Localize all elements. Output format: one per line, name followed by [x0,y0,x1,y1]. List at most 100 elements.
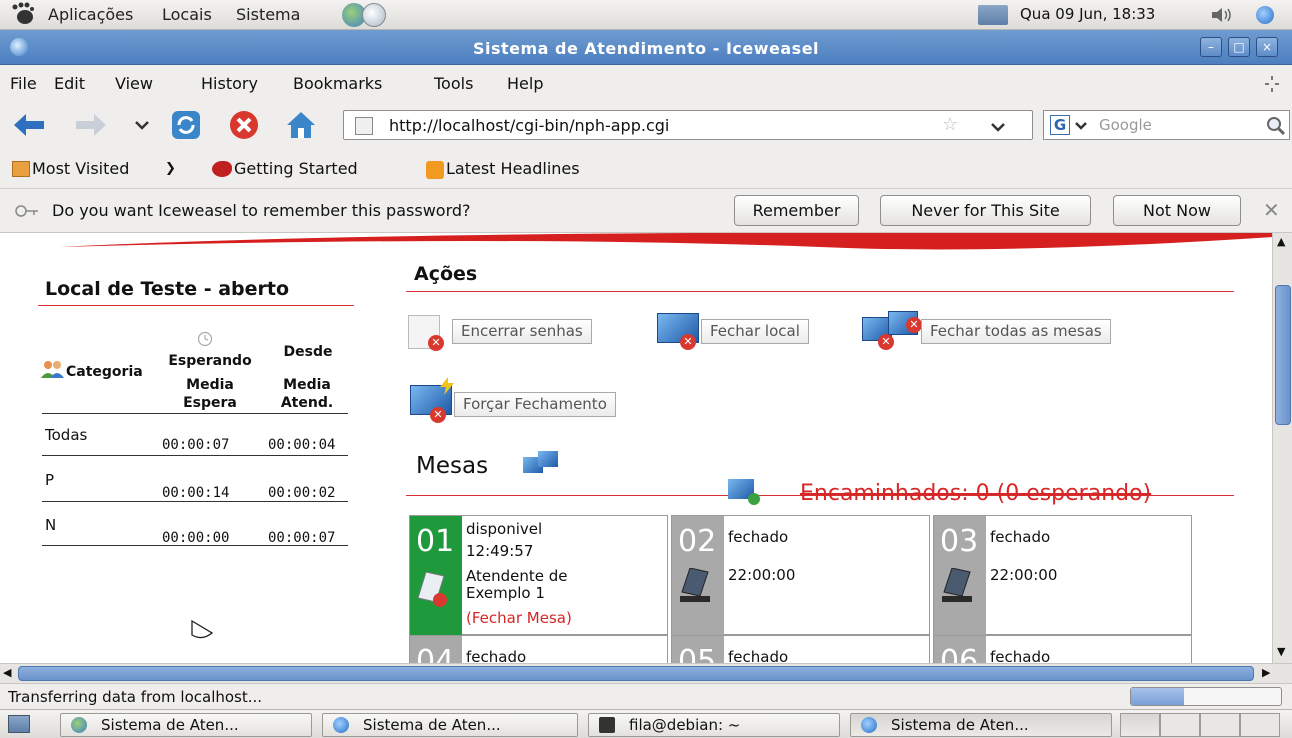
menu-bookmarks[interactable]: Bookmarks [293,74,382,93]
taskbar-item[interactable]: Sistema de Aten... [850,713,1112,737]
bookmark-latest-headlines[interactable]: Latest Headlines [446,159,580,178]
panel-menu-locais[interactable]: Locais [162,5,212,24]
menu-edit[interactable]: Edit [54,74,85,93]
row-divider [42,545,348,546]
fechar-todas-mesas-label[interactable]: Fechar todas as mesas [921,319,1111,344]
mesa-card-05[interactable]: 05 fechado [671,635,930,663]
row-media-espera: 00:00:07 [162,437,230,453]
history-dropdown-icon[interactable] [134,119,150,131]
acoes-heading: Ações [414,263,478,285]
col-esperando: Esperando [168,353,252,369]
fechar-local-label[interactable]: Fechar local [701,319,809,344]
back-icon[interactable] [14,114,44,136]
local-title: Local de Teste - aberto [45,278,290,300]
workspace-4[interactable] [1240,713,1280,737]
close-window-button[interactable]: × [1256,37,1278,57]
search-engine-icon[interactable]: G [1050,115,1070,135]
password-message: Do you want Iceweasel to remember this p… [52,201,471,220]
taskbar-item-label: Sistema de Aten... [363,716,501,734]
vertical-scrollbar[interactable]: ▲ ▼ [1272,233,1292,663]
navigation-toolbar: http://localhost/cgi-bin/nph-app.cgi ☆ G… [0,101,1292,149]
mesa-card-03[interactable]: 03 fechado 22:00:00 [933,515,1192,636]
home-icon[interactable] [285,110,317,140]
workspace-2[interactable] [1160,713,1200,737]
horizontal-scrollbar[interactable]: ◀ ▶ [0,663,1292,683]
search-icon[interactable] [1266,116,1286,136]
scroll-left-icon[interactable]: ◀ [3,666,11,679]
mesa-card-01[interactable]: 01 disponivel 12:49:57 Atendente de Exem… [409,515,668,636]
fechar-mesa-link[interactable]: (Fechar Mesa) [466,609,572,627]
window-titlebar[interactable]: Sistema de Atendimento - Iceweasel – □ × [0,30,1292,65]
stop-icon[interactable] [229,110,259,140]
status-text: Transferring data from localhost... [8,688,263,706]
menu-tools[interactable]: Tools [434,74,473,93]
mesa-status: disponivel [466,520,543,538]
bookmark-star-icon[interactable]: ☆ [942,114,958,135]
menu-view[interactable]: View [115,74,153,93]
rss-feed-icon [426,161,444,179]
col-desde: Desde [283,344,333,360]
mouse-cursor-icon [191,619,214,639]
url-bar[interactable]: http://localhost/cgi-bin/nph-app.cgi ☆ [343,110,1033,140]
search-bar[interactable]: G Google [1043,110,1290,140]
bookmarks-toolbar: Most Visited ❯ Getting Started Latest He… [0,149,1292,189]
scroll-up-icon[interactable]: ▲ [1277,235,1285,248]
row-category-name: Todas [45,426,88,444]
add-badge-icon [748,493,760,505]
status-bar: Transferring data from localhost... [0,683,1292,709]
gnome-foot-icon[interactable] [10,2,36,26]
never-for-site-button[interactable]: Never for This Site [880,195,1091,226]
forcar-fechamento-label[interactable]: Forçar Fechamento [454,392,616,417]
mesa-status: fechado [728,528,789,546]
panel-menu-sistema[interactable]: Sistema [236,5,300,24]
getting-started-icon [212,161,232,177]
show-desktop-icon[interactable] [8,715,30,733]
remember-button[interactable]: Remember [734,195,859,226]
header-swoosh-decoration [60,233,1272,250]
horizontal-scroll-thumb[interactable] [18,666,1254,681]
bookmark-most-visited[interactable]: Most Visited [32,159,129,178]
taskbar-item[interactable]: fila@debian: ~ [588,713,840,737]
close-icon[interactable]: ✕ [1263,198,1280,222]
encerrar-senhas-label[interactable]: Encerrar senhas [452,319,592,344]
mesa-card-02[interactable]: 02 fechado 22:00:00 [671,515,930,636]
table-header-line [42,413,348,414]
bookmark-getting-started[interactable]: Getting Started [234,159,358,178]
email-launcher-icon[interactable] [362,3,386,27]
search-engine-dropdown-icon[interactable] [1074,121,1088,131]
reload-icon[interactable] [171,110,201,140]
mesa-card-04[interactable]: 04 fechado [409,635,668,663]
maximize-button[interactable]: □ [1228,37,1250,57]
taskbar-item[interactable]: Sistema de Aten... [322,713,578,737]
page-content: Local de Teste - aberto Categoria Espera… [0,233,1272,663]
menu-file[interactable]: File [10,74,37,93]
taskbar-item[interactable]: Sistema de Aten... [60,713,312,737]
iceweasel-tray-icon[interactable] [1256,6,1274,24]
workspace-1[interactable] [1120,713,1160,737]
minimize-button[interactable]: – [1200,37,1222,57]
scroll-down-icon[interactable]: ▼ [1277,645,1285,658]
url-text[interactable]: http://localhost/cgi-bin/nph-app.cgi [389,116,669,135]
volume-icon[interactable] [1210,6,1234,24]
search-input[interactable]: Google [1099,116,1152,134]
browser-icon [71,717,87,733]
network-status-icon[interactable] [978,5,1008,25]
mesa-status: fechado [990,648,1051,663]
not-now-button[interactable]: Not Now [1113,195,1241,226]
workspace-3[interactable] [1200,713,1240,737]
menu-history[interactable]: History [201,74,258,93]
site-identity-icon[interactable] [355,117,373,135]
mesa-number: 06 [934,636,986,663]
mesa-time: 22:00:00 [990,566,1058,584]
row-divider [42,501,348,502]
mesa-card-06[interactable]: 06 fechado [933,635,1192,663]
vertical-scroll-thumb[interactable] [1275,285,1291,425]
url-dropdown-icon[interactable] [990,121,1006,133]
menu-help[interactable]: Help [507,74,543,93]
panel-menu-aplicacoes[interactable]: Aplicações [48,5,133,24]
forward-icon[interactable] [76,114,106,136]
panel-clock[interactable]: Qua 09 Jun, 18:33 [1020,5,1155,23]
scroll-right-icon[interactable]: ▶ [1262,666,1270,679]
chevron-down-icon[interactable]: ❯ [165,161,176,176]
cancel-badge-icon: ✕ [428,335,444,351]
